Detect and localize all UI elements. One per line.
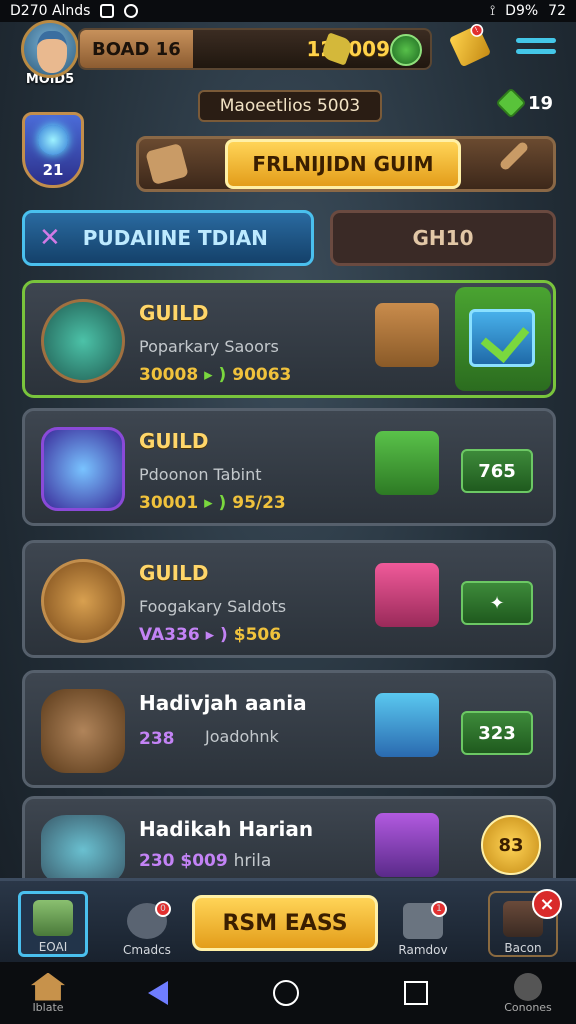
- guild-banner: FRLNIJIDN GUIM: [136, 136, 556, 192]
- goblin-icon: [41, 689, 125, 773]
- notification-icon: [100, 4, 115, 18]
- card-subtitle: Poparkary Saoors: [139, 337, 279, 356]
- card-title: GUILD: [139, 301, 209, 325]
- card-stats: 30008 ▸ ) 90063: [139, 365, 292, 385]
- gem-count: 19: [528, 92, 554, 114]
- crate-icon: [375, 693, 439, 757]
- card-subtitle: Foogakary Saldots: [139, 597, 287, 616]
- cannon-icon: [41, 815, 125, 885]
- nav-label: Ramdov: [398, 943, 448, 957]
- stat-b: 90063: [232, 365, 292, 385]
- bottom-navigation: EOAI 0 Cmadcs RSM EASS 1 Ramdov Bacon ×: [0, 878, 576, 962]
- menu-button[interactable]: [516, 26, 556, 66]
- notification-badge: 1: [431, 901, 447, 917]
- treasure-button[interactable]: !: [448, 21, 492, 68]
- check-icon[interactable]: [469, 309, 535, 367]
- settings-tab[interactable]: Conones: [480, 972, 576, 1014]
- card-title: Hadivjah aania: [139, 691, 307, 715]
- gem-icon: [495, 87, 527, 119]
- settings-icon: [514, 972, 542, 1001]
- card-subtitle: hrila: [233, 851, 272, 871]
- page-title: Maoeetlios 5003: [198, 90, 382, 122]
- card-action-button[interactable]: ✦: [461, 581, 533, 625]
- settings-label: Conones: [504, 1000, 552, 1014]
- stat-a: VA336: [139, 625, 200, 645]
- nav-label: Cmadcs: [123, 943, 171, 957]
- card-title: Hadikah Harian: [139, 817, 314, 841]
- status-extra: 72: [548, 3, 566, 19]
- card-stats: 238: [139, 729, 175, 749]
- potion-crate-icon: [375, 813, 439, 877]
- vegetable-basket-icon: [375, 431, 439, 495]
- swords-icon: ✕: [39, 223, 61, 253]
- guild-join-button[interactable]: FRLNIJIDN GUIM: [225, 139, 461, 189]
- stat-a: 30001: [139, 493, 199, 513]
- tab-primary[interactable]: ✕ PUDAIINE TDIAN: [22, 210, 314, 266]
- nav-item-eoai[interactable]: EOAI: [18, 891, 88, 957]
- home-circle-icon[interactable]: [272, 980, 299, 1006]
- scroll-icon: [145, 142, 189, 186]
- close-button[interactable]: ×: [532, 889, 562, 919]
- chest-icon: [375, 563, 439, 627]
- level-shield[interactable]: 21: [22, 112, 84, 188]
- status-bar: D270 Alnds ⟟ D9% 72: [0, 0, 576, 22]
- box-icon: 1: [403, 901, 447, 939]
- board-label: BOAD 16: [80, 30, 193, 68]
- gear-icon: 0: [127, 901, 171, 939]
- card-subtitle: Joadohnk: [205, 727, 279, 746]
- nav-item-ramdov[interactable]: 1 Ramdov: [388, 891, 458, 957]
- menu-line-icon: [516, 38, 556, 43]
- card-title: GUILD: [139, 561, 209, 585]
- crystal-shield-icon: [41, 427, 125, 511]
- card-action-button[interactable]: 323: [461, 711, 533, 755]
- menu-line-icon: [516, 49, 556, 54]
- card-stats: 30001 ▸ ) 95/23: [139, 493, 286, 513]
- stat-a: 30008: [139, 365, 199, 385]
- system-navigation: Iblate Conones: [0, 962, 576, 1024]
- guild-card[interactable]: GUILD Poparkary Saoors 30008 ▸ ) 90063: [22, 280, 556, 398]
- card-stats: VA336 ▸ ) $506: [139, 625, 282, 645]
- sword-emblem-icon: [41, 559, 125, 643]
- resource-bar: BOAD 16 120009: [78, 28, 432, 70]
- wand-icon: [498, 140, 530, 172]
- stat-b: 95/23: [232, 493, 286, 513]
- stat-a: 230 $009: [139, 851, 228, 871]
- home-icon: [31, 972, 65, 1001]
- battery-text: D9%: [505, 3, 539, 19]
- tab-primary-label: PUDAIINE TDIAN: [82, 226, 268, 250]
- recents-icon[interactable]: [403, 981, 428, 1005]
- tab-secondary-label: GH10: [412, 226, 474, 250]
- home-label: Iblate: [32, 1000, 64, 1014]
- card-subtitle: Pdoonon Tabint: [139, 465, 262, 484]
- status-time: D270 Alnds: [10, 3, 91, 19]
- sword-icon: [33, 900, 73, 936]
- alert-badge: !: [468, 21, 486, 39]
- guild-card[interactable]: GUILD Pdoonon Tabint 30001 ▸ ) 95/23 765: [22, 408, 556, 526]
- orb-icon: [38, 125, 68, 155]
- reward-badge[interactable]: 83: [481, 815, 541, 875]
- nav-label: Bacon: [504, 941, 542, 955]
- wifi-icon: ⟟: [489, 3, 496, 19]
- tab-secondary[interactable]: GH10: [330, 210, 556, 266]
- home-tab[interactable]: Iblate: [0, 972, 96, 1014]
- nav-label: EOAI: [38, 940, 68, 954]
- barrel-emblem-icon: [41, 299, 125, 383]
- nav-item-cmadcs[interactable]: 0 Cmadcs: [112, 891, 182, 957]
- add-gold-button[interactable]: [390, 34, 422, 66]
- stat-b: $506: [233, 625, 282, 645]
- stat-a: 238: [139, 729, 175, 749]
- card-stats: 230 $009 hrila: [139, 851, 271, 871]
- notification-badge: 0: [155, 901, 171, 917]
- avatar-portrait: [21, 20, 79, 78]
- card-title: GUILD: [139, 429, 209, 453]
- fruit-basket-icon: [375, 303, 439, 367]
- guild-card[interactable]: GUILD Foogakary Saldots VA336 ▸ ) $506 ✦: [22, 540, 556, 658]
- gem-counter[interactable]: 19: [495, 87, 554, 119]
- back-icon[interactable]: [148, 981, 169, 1005]
- member-card[interactable]: Hadivjah aania Joadohnk 238 323: [22, 670, 556, 788]
- main-action-button[interactable]: RSM EASS: [192, 895, 378, 951]
- shield-level: 21: [42, 161, 64, 179]
- app-icon: [124, 4, 139, 18]
- card-action-button[interactable]: 765: [461, 449, 533, 493]
